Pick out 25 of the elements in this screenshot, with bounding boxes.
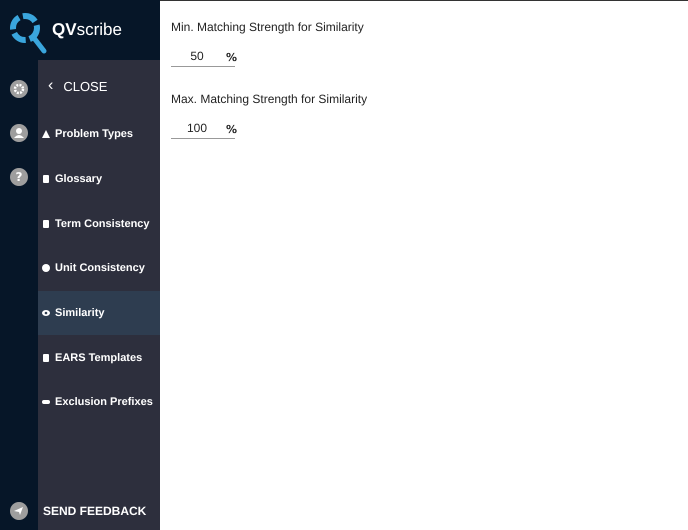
user-icon[interactable] bbox=[10, 124, 28, 142]
magnifier-logo-icon bbox=[8, 11, 48, 55]
close-button[interactable]: ‹ CLOSE bbox=[38, 60, 160, 112]
unit-label: % bbox=[223, 51, 235, 67]
setting-label: Max. Matching Strength for Similarity bbox=[171, 92, 368, 106]
warning-icon bbox=[42, 130, 50, 138]
setting-label: Min. Matching Strength for Similarity bbox=[171, 20, 365, 34]
nav-item[interactable]: EARS Templates bbox=[38, 335, 160, 380]
document-icon bbox=[42, 354, 50, 362]
nav-item[interactable]: Similarity bbox=[38, 290, 160, 336]
nav-item[interactable]: Unit Consistency bbox=[38, 246, 160, 291]
document-icon bbox=[42, 175, 50, 184]
nav-item[interactable]: Problem Types bbox=[38, 112, 160, 157]
document-icon bbox=[42, 220, 50, 228]
nav-item[interactable]: Term Consistency bbox=[38, 201, 160, 246]
app-logo: QVscribe bbox=[52, 20, 122, 40]
settings-icon[interactable] bbox=[10, 80, 28, 98]
unit-label: % bbox=[223, 123, 235, 139]
nav-item[interactable]: Exclusion Prefixes bbox=[38, 380, 160, 425]
send-feedback-button[interactable]: SEND FEEDBACK bbox=[38, 492, 160, 530]
nav-item[interactable]: Glossary bbox=[38, 156, 160, 202]
input-field[interactable]: 50 bbox=[171, 49, 223, 67]
eye-icon bbox=[42, 309, 50, 318]
send-icon[interactable] bbox=[10, 502, 28, 520]
input-field[interactable]: 100 bbox=[171, 121, 223, 139]
